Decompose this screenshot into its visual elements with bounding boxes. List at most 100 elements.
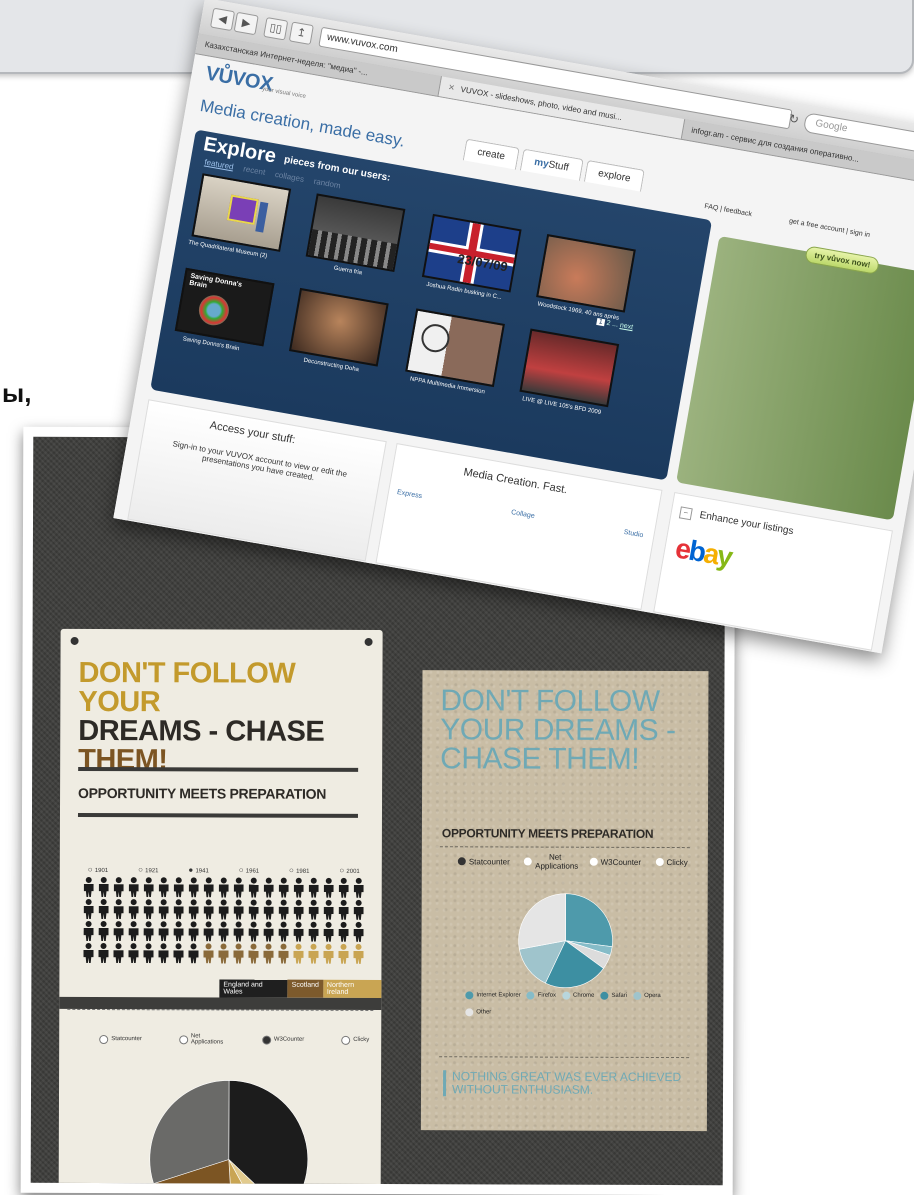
person-icon xyxy=(352,900,366,920)
tab-studio[interactable]: Studio xyxy=(623,529,644,539)
person-icon xyxy=(127,921,141,941)
faq-feedback-links[interactable]: FAQ | feedback xyxy=(704,203,753,218)
year-radio[interactable]: 1941 xyxy=(188,865,208,874)
person-icon xyxy=(171,943,185,963)
person-icon xyxy=(321,944,335,964)
right-subhead: OPPORTUNITY MEETS PREPARATION xyxy=(441,826,654,841)
collapse-icon[interactable]: − xyxy=(678,506,693,521)
legend-item: Safari xyxy=(600,989,627,1003)
reload-icon[interactable]: ↻ xyxy=(788,111,800,127)
person-icon xyxy=(142,877,156,897)
year-radio[interactable]: 1901 xyxy=(88,865,108,874)
browser-share-pie-chart xyxy=(518,893,613,988)
thumbnail[interactable] xyxy=(305,193,406,273)
browser-share-pie-chart xyxy=(149,1080,309,1186)
person-icon xyxy=(216,943,230,963)
pin-icon xyxy=(364,637,373,646)
account-links[interactable]: get a free account | sign in xyxy=(788,218,870,239)
radio-clicky[interactable]: Clicky xyxy=(655,857,688,867)
bookmarks-icon[interactable]: ▯▯ xyxy=(263,16,289,41)
person-icon xyxy=(187,899,201,919)
legend-label: Safari xyxy=(611,992,628,999)
person-icon xyxy=(187,921,201,941)
pie-slice xyxy=(565,893,613,948)
pictogram-row xyxy=(81,943,371,964)
thumbnail[interactable]: 23/07/09 xyxy=(421,213,522,293)
legend-swatch xyxy=(465,1008,474,1017)
person-icon xyxy=(97,921,111,941)
person-icon xyxy=(157,899,171,919)
person-icon xyxy=(292,922,306,942)
radio-statcounter[interactable]: Statcounter xyxy=(457,857,510,866)
quote: NOTHING GREAT WAS EVER ACHIEVED WITHOUT … xyxy=(443,1069,693,1098)
year-radio[interactable]: 1921 xyxy=(138,865,158,874)
person-icon xyxy=(307,900,321,920)
legend-swatch xyxy=(600,991,609,1000)
logo-tagline: your visual voice xyxy=(261,86,307,100)
person-icon xyxy=(82,899,96,919)
enhance-title: Enhance your listings xyxy=(698,509,795,538)
person-icon xyxy=(82,877,96,897)
tab-collage[interactable]: Collage xyxy=(511,509,536,520)
radio-w3counter[interactable]: W3Counter xyxy=(589,857,641,866)
person-icon xyxy=(82,921,96,941)
person-icon xyxy=(337,900,351,920)
forward-icon[interactable]: ▶ xyxy=(233,11,259,36)
person-icon xyxy=(97,877,111,897)
radio-net-applications[interactable]: Net Applications xyxy=(524,853,578,871)
population-pictogram xyxy=(81,877,371,966)
thumbnail[interactable] xyxy=(405,308,505,388)
legend-swatch xyxy=(465,991,474,1000)
promo-panel xyxy=(676,235,914,521)
person-icon xyxy=(337,878,351,898)
tab-create[interactable]: create xyxy=(462,138,520,170)
legend-scotland: Scotland xyxy=(287,979,323,998)
person-icon xyxy=(96,943,110,963)
thumbnail[interactable] xyxy=(191,173,292,252)
person-icon xyxy=(112,899,126,919)
headline-line-1: DON'T FOLLOW YOUR xyxy=(78,656,296,719)
pictogram-row xyxy=(82,899,372,920)
person-icon xyxy=(322,922,336,942)
radio-net-applications[interactable]: Net Applications xyxy=(178,1033,225,1045)
year-radio[interactable]: 1981 xyxy=(289,866,309,875)
thumbnail[interactable] xyxy=(536,234,636,313)
ebay-logo: ebay xyxy=(673,532,734,573)
close-icon[interactable]: ✕ xyxy=(447,83,455,93)
person-icon xyxy=(81,943,95,963)
person-icon xyxy=(262,922,276,942)
person-icon xyxy=(142,921,156,941)
person-icon xyxy=(232,899,246,919)
access-text: Sign-in to your VUVOX account to view or… xyxy=(171,439,348,483)
filter-random[interactable]: random xyxy=(313,177,341,191)
radio-statcounter[interactable]: Statcounter xyxy=(99,1034,142,1044)
left-infographic-card: DON'T FOLLOW YOUR DREAMS - CHASE THEM! O… xyxy=(58,628,383,1186)
year-radio[interactable]: 1961 xyxy=(239,866,259,875)
radio-w3counter[interactable]: W3Counter xyxy=(261,1035,304,1045)
radio-clicky[interactable]: Clicky xyxy=(341,1035,369,1045)
person-icon xyxy=(172,921,186,941)
access-title: Access your stuff: xyxy=(208,419,297,447)
region-legend: England and Wales Scotland Northern Irel… xyxy=(219,979,382,999)
year-radio[interactable]: 2001 xyxy=(339,866,359,875)
person-icon xyxy=(232,921,246,941)
thumbnail[interactable]: Saving Donna's Brain xyxy=(174,267,275,347)
tab-express[interactable]: Express xyxy=(396,489,422,500)
person-icon xyxy=(247,878,261,898)
filter-collages[interactable]: collages xyxy=(274,170,304,184)
person-icon xyxy=(322,900,336,920)
back-icon[interactable]: ◀ xyxy=(209,7,236,32)
tab-explore[interactable]: explore xyxy=(583,159,646,192)
browser-legend: Internet Explorer Firefox Chrome Safari Oper… xyxy=(465,988,695,1023)
thumbnail[interactable] xyxy=(519,328,620,408)
thumbnail[interactable] xyxy=(288,287,389,367)
tab-mystuff[interactable]: myStuff xyxy=(519,148,584,181)
person-icon xyxy=(307,878,321,898)
left-subhead: OPPORTUNITY MEETS PREPARATION xyxy=(78,784,327,802)
legend-england: England and Wales xyxy=(219,979,288,998)
person-icon xyxy=(352,878,366,898)
share-icon[interactable]: ↥ xyxy=(288,21,314,46)
person-icon xyxy=(217,877,231,897)
person-icon xyxy=(126,943,140,963)
legend-label: Chrome xyxy=(573,992,595,999)
